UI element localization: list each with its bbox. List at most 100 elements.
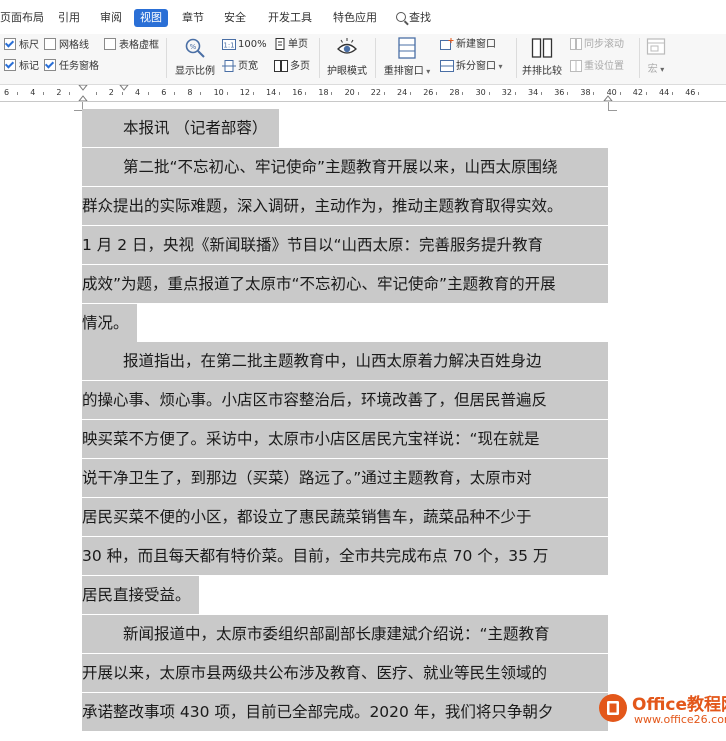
ruler-tick-label: 4 (135, 88, 141, 97)
checkbox-markup[interactable]: 标记 (4, 59, 39, 73)
checkbox-ruler-label: 标尺 (19, 40, 39, 51)
rearrange-window-label: 重排窗口 (384, 66, 431, 77)
document-line[interactable]: 30 种，而且每天都有特价菜。目前，全市共完成布点 70 个，35 万 (82, 536, 608, 575)
tab-developer-tools[interactable]: 开发工具 (268, 9, 312, 27)
horizontal-ruler[interactable]: 6 4 2 2 4 6 8 10 12 14 16 18 20 22 24 26 28 30 32 34 36 38 40 4… (0, 85, 726, 102)
document-line[interactable]: 本报讯 （记者部蓉） (82, 109, 280, 147)
indent-marker-icon[interactable] (78, 85, 88, 101)
ruler-minor-tick (95, 92, 97, 95)
page-width-button[interactable]: 页宽 (222, 60, 258, 74)
new-window-button[interactable]: 新建窗口 (440, 38, 496, 52)
eye-protection-button[interactable]: 护眼模式 (325, 37, 369, 77)
tab-review[interactable]: 审阅 (100, 9, 122, 27)
checkbox-task-pane[interactable]: 任务窗格 (44, 59, 99, 73)
ruler-minor-tick (462, 92, 464, 95)
checkbox-task-pane-box[interactable] (44, 59, 56, 71)
document-line[interactable]: 成效”为题，重点报道了太原市“不忘初心、牢记使命”主题教育的开展 (82, 264, 608, 303)
ruler-tick-label: 40 (606, 88, 617, 97)
document-line[interactable]: 的操心事、烦心事。小店区市容整治后，环境改善了，但居民普遍反 (82, 381, 608, 420)
ribbon-separator (375, 38, 376, 78)
ruler-tick-label: 34 (528, 88, 539, 97)
document-line[interactable]: 说干净卫生了，到那边（买菜）路远了。”通过主题教育，太原市对 (82, 459, 608, 498)
ruler-minor-tick (593, 92, 595, 95)
ruler-minor-tick (619, 92, 621, 95)
multi-page-icon (274, 60, 288, 72)
margin-corner-right (608, 102, 617, 111)
checkbox-markup-box[interactable] (4, 59, 16, 71)
ruler-tick-label: 32 (501, 88, 512, 97)
ruler-minor-tick (514, 92, 516, 95)
checkbox-gridlines-label: 网格线 (59, 40, 89, 51)
rearrange-window-button[interactable]: 重排窗口 (383, 37, 431, 77)
tab-view[interactable]: 视图 (134, 9, 168, 27)
document-line[interactable]: 1 月 2 日，央视《新闻联播》节目以“山西太原：完善服务提升教育 (82, 225, 608, 264)
ribbon-separator (516, 38, 517, 78)
side-by-side-button[interactable]: 并排比较 (520, 37, 564, 77)
sync-scroll-button[interactable]: 同步滚动 (570, 38, 624, 52)
document-line[interactable]: 居民买菜不便的小区，都设立了惠民蔬菜销售车，蔬菜品种不少于 (82, 498, 608, 536)
tab-chapter[interactable]: 章节 (182, 9, 204, 27)
ruler-minor-tick (357, 92, 359, 95)
ruler-minor-tick (174, 92, 176, 95)
ruler-minor-tick (488, 92, 490, 95)
ruler-minor-tick (541, 92, 542, 95)
rearrange-window-icon (398, 37, 416, 59)
ruler-tick-label: 46 (685, 88, 696, 97)
document-line[interactable]: 第二批“不忘初心、牢记使命”主题教育开展以来，山西太原围绕 (82, 147, 608, 186)
split-window-button[interactable]: 拆分窗口 (440, 60, 503, 74)
tab-page-layout[interactable]: 页面布局 (0, 9, 44, 27)
svg-text:1:1: 1:1 (223, 42, 234, 50)
checkbox-ruler-box[interactable] (4, 38, 16, 50)
zoom-button-label: 显示比例 (175, 66, 215, 77)
macro-label: 宏 (648, 64, 665, 75)
ruler-tick-label: 16 (292, 88, 303, 97)
watermark-title: Office教程网 (632, 695, 726, 715)
single-page-button[interactable]: 单页 (274, 38, 308, 52)
page-width-icon (222, 60, 236, 72)
document-line[interactable]: 映买菜不方便了。采访中，太原市小店区居民亢宝祥说：“现在就是 (82, 420, 608, 459)
document-page[interactable]: 本报讯 （记者部蓉） 第二批“不忘初心、牢记使命”主题教育开展以来，山西太原围绕群… (0, 102, 726, 741)
ruler-minor-tick (331, 92, 333, 95)
document-line[interactable]: 报道指出，在第二批主题教育中，山西太原着力解决百姓身边 (82, 342, 608, 381)
checkbox-ruler[interactable]: 标尺 (4, 38, 39, 52)
ruler-tick-label: 8 (187, 88, 193, 97)
multi-page-button[interactable]: 多页 (274, 60, 310, 74)
checkbox-gridlines[interactable]: 网格线 (44, 38, 89, 52)
new-window-icon (440, 38, 454, 50)
ruler-tick-label: 24 (397, 88, 408, 97)
checkbox-table-gridlines[interactable]: 表格虚框 (104, 38, 159, 52)
ruler-minor-tick (148, 92, 149, 95)
document-line[interactable]: 开展以来，太原市县两级共公布涉及教育、医疗、就业等民生领域的 (82, 653, 608, 692)
zoom-100-label: 100% (238, 39, 267, 50)
tab-security[interactable]: 安全 (224, 9, 246, 27)
ruler-tick-label: 36 (554, 88, 565, 97)
ruler-minor-tick (69, 92, 71, 95)
zoom-button[interactable]: % 显示比例 (173, 37, 217, 77)
document-line[interactable]: 情况。 (82, 303, 137, 342)
ruler-minor-tick (305, 92, 307, 95)
reset-position-button[interactable]: 重设位置 (570, 60, 624, 74)
tab-special-apps[interactable]: 特色应用 (333, 9, 377, 27)
tab-search[interactable]: 查找 (396, 9, 431, 27)
ruler-tick-label: 6 (4, 88, 10, 97)
checkbox-table-gridlines-label: 表格虚框 (119, 40, 159, 51)
document-line[interactable]: 承诺整改事项 430 项，目前已全部完成。2020 年，我们将只争朝夕 (82, 692, 608, 731)
macro-button[interactable]: 宏 (644, 37, 668, 75)
first-line-indent-icon[interactable] (119, 85, 129, 93)
checkbox-table-gridlines-box[interactable] (104, 38, 116, 50)
zoom-100-button[interactable]: 1:1 100% (222, 38, 267, 52)
ruler-minor-tick (698, 92, 700, 95)
document-line[interactable]: 居民直接受益。 (82, 575, 199, 614)
ruler-minor-tick (252, 92, 254, 95)
eye-icon (337, 38, 357, 54)
watermark-url: www.office26.com (634, 713, 726, 726)
document-line[interactable]: 群众提出的实际难题，深入调研，主动作为，推动主题教育取得实效。 (82, 186, 608, 225)
split-window-icon (440, 60, 454, 72)
checkbox-gridlines-box[interactable] (44, 38, 56, 50)
ribbon-separator (166, 38, 167, 78)
macro-icon (646, 38, 666, 55)
document-line[interactable]: 新闻报道中，太原市委组织部副部长康建斌介绍说：“主题教育 (82, 614, 608, 653)
tab-references[interactable]: 引用 (58, 9, 80, 27)
one-to-one-icon: 1:1 (222, 39, 236, 50)
ruler-tick-label: 18 (318, 88, 329, 97)
